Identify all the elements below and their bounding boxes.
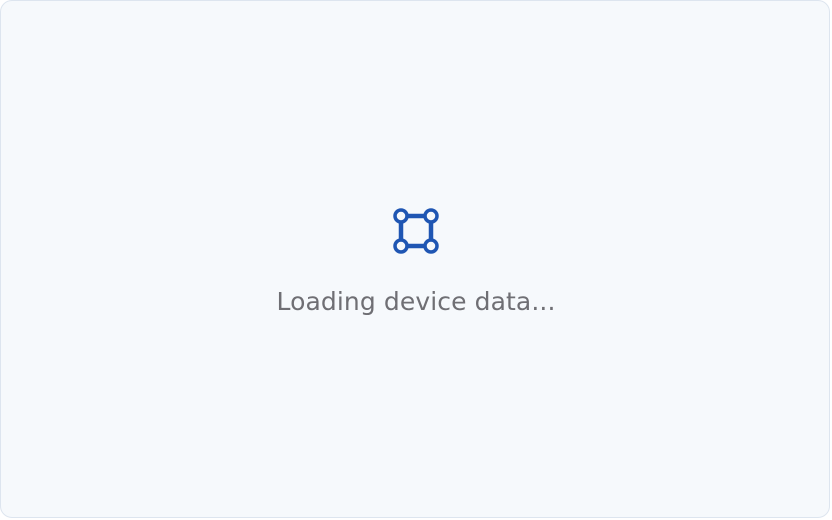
device-nodes-icon-svg [393, 207, 439, 254]
device-nodes-icon [390, 205, 442, 257]
loading-state: Loading device data... [1, 1, 829, 517]
loading-message: Loading device data... [276, 286, 556, 316]
loading-panel: Loading device data... [0, 0, 830, 518]
